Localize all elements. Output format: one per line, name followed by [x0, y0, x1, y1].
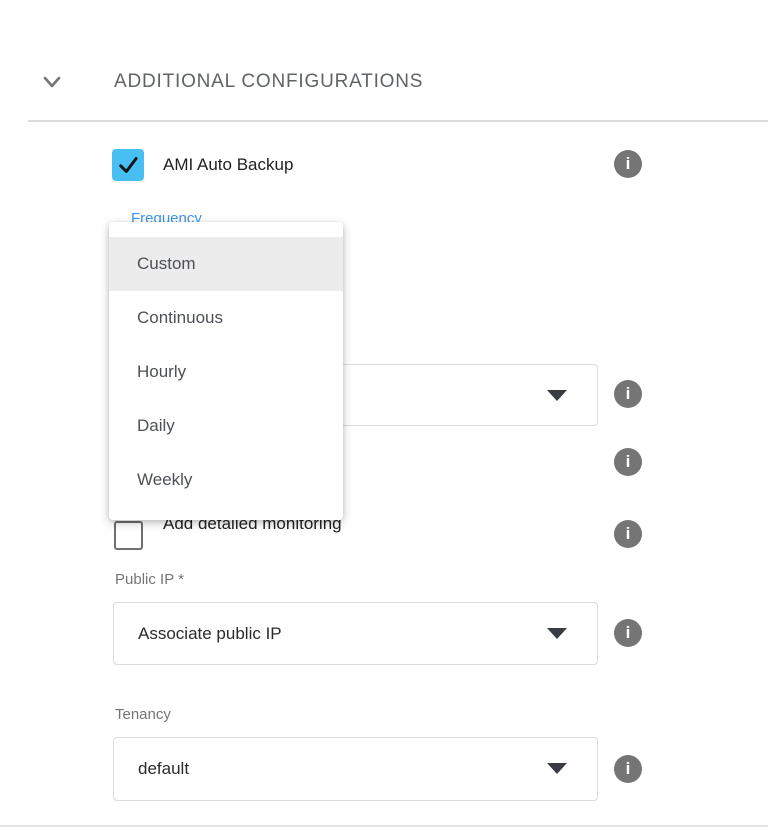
- tenancy-select-value: default: [138, 759, 189, 779]
- info-glyph: i: [626, 452, 631, 472]
- info-glyph: i: [626, 384, 631, 404]
- info-glyph: i: [626, 154, 631, 174]
- chevron-down-icon[interactable]: [40, 70, 64, 94]
- frequency-dropdown-menu: Custom Continuous Hourly Daily Weekly: [109, 222, 343, 520]
- info-icon-ami-backup[interactable]: i: [614, 150, 642, 178]
- info-icon-public-ip[interactable]: i: [614, 619, 642, 647]
- dropdown-caret-icon: [547, 763, 567, 774]
- menu-option-daily[interactable]: Daily: [109, 399, 343, 453]
- ami-auto-backup-checkbox[interactable]: [112, 149, 144, 181]
- info-icon-detailed-monitoring[interactable]: i: [614, 520, 642, 548]
- menu-option-hourly[interactable]: Hourly: [109, 345, 343, 399]
- public-ip-select-value: Associate public IP: [138, 624, 282, 644]
- ami-auto-backup-label: AMI Auto Backup: [163, 155, 293, 175]
- dropdown-caret-icon: [547, 628, 567, 639]
- info-glyph: i: [626, 623, 631, 643]
- info-glyph: i: [626, 759, 631, 779]
- header-divider: [28, 120, 768, 122]
- detailed-monitoring-checkbox[interactable]: [114, 521, 143, 550]
- checkmark-icon: [115, 152, 141, 178]
- info-icon-tenancy[interactable]: i: [614, 755, 642, 783]
- public-ip-select[interactable]: Associate public IP: [113, 602, 598, 665]
- tenancy-select[interactable]: default: [113, 737, 598, 801]
- dropdown-caret-icon: [547, 390, 567, 401]
- info-glyph: i: [626, 524, 631, 544]
- menu-option-continuous[interactable]: Continuous: [109, 291, 343, 345]
- public-ip-field-label: Public IP *: [115, 571, 184, 589]
- bottom-divider: [0, 825, 768, 827]
- menu-option-weekly[interactable]: Weekly: [109, 453, 343, 507]
- section-title: ADDITIONAL CONFIGURATIONS: [114, 71, 423, 93]
- additional-configurations-panel: ADDITIONAL CONFIGURATIONS AMI Auto Backu…: [0, 0, 768, 831]
- menu-option-custom[interactable]: Custom: [109, 237, 343, 291]
- tenancy-field-label: Tenancy: [115, 706, 171, 724]
- info-icon-frequency[interactable]: i: [614, 380, 642, 408]
- info-icon-hidden-row[interactable]: i: [614, 448, 642, 476]
